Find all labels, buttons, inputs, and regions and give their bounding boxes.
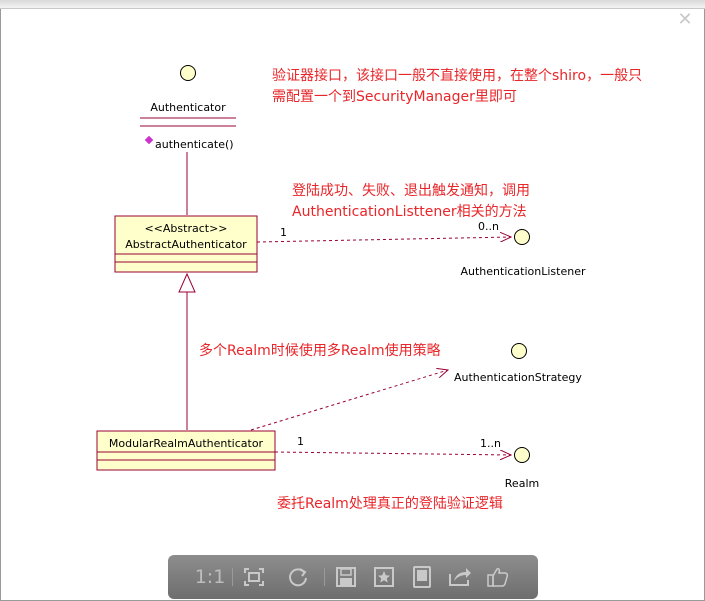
like-button[interactable] — [482, 555, 514, 599]
authenticator-interface-circle — [180, 65, 196, 81]
abstract-stereotype: <<Abstract>> — [144, 222, 227, 235]
toolbar-separator — [232, 568, 233, 586]
authentication-strategy-interface-circle — [511, 343, 527, 359]
realm-name: Realm — [505, 477, 539, 490]
authenticator-name: Authenticator — [150, 101, 226, 114]
save-button[interactable] — [330, 555, 362, 599]
rotate-icon — [289, 568, 307, 587]
modular-realm-authenticator-class: ModularRealmAuthenticator — [96, 430, 276, 471]
realm-association-line — [274, 452, 511, 455]
fit-screen-button[interactable] — [238, 555, 270, 599]
uml-class-diagram: Authenticator authenticate() <<Abstract>… — [96, 65, 642, 512]
authenticate-operation: authenticate() — [155, 138, 234, 151]
realm-note: 委托Realm处理真正的登陆验证逻辑 — [277, 496, 503, 512]
modular-realm-authenticator-name: ModularRealmAuthenticator — [109, 437, 264, 450]
public-operation-icon — [144, 135, 154, 145]
listener-note-line2: AuthenticationListtener相关的方法 — [292, 204, 527, 220]
listener-note-line1: 登陆成功、失败、退出触发通知，调用 — [292, 182, 530, 199]
authentication-listener-name: AuthenticationListener — [460, 265, 585, 278]
share-icon — [449, 568, 471, 586]
abstract-authenticator-class: <<Abstract>> AbstractAuthenticator — [114, 215, 258, 273]
toolbar-separator — [324, 568, 325, 586]
authenticator-note-line2: 需配置一个到SecurityManager里即可 — [272, 89, 517, 105]
rotate-button[interactable] — [282, 555, 314, 599]
authentication-strategy-name: AuthenticationStrategy — [454, 371, 582, 384]
generalization-arrowhead — [178, 272, 196, 293]
tablet-icon — [413, 566, 431, 588]
thumbs-up-icon — [487, 568, 509, 587]
listener-association-line — [256, 237, 511, 243]
favorite-star-icon — [374, 567, 394, 587]
listener-source-multiplicity: 1 — [280, 226, 287, 239]
realm-target-multiplicity: 1..n — [480, 437, 501, 450]
strategy-note: 多个Realm时候使用多Realm使用策略 — [199, 342, 441, 359]
authentication-listener-interface-circle — [514, 229, 530, 245]
realm-source-multiplicity: 1 — [297, 435, 304, 448]
actual-size-button[interactable]: 1:1 — [192, 555, 228, 599]
listener-target-multiplicity: 0..n — [478, 220, 499, 233]
realm-interface-circle — [514, 447, 530, 463]
fit-screen-icon — [244, 568, 264, 586]
tablet-button[interactable] — [406, 555, 438, 599]
authenticator-interface: Authenticator authenticate() — [140, 65, 236, 151]
strategy-association-line — [250, 370, 448, 431]
abstract-authenticator-name: AbstractAuthenticator — [125, 238, 247, 251]
share-button[interactable] — [444, 555, 476, 599]
authenticator-note-line1: 验证器接口，该接口一般不直接使用，在整个shiro，一般只 — [272, 67, 642, 84]
favorite-button[interactable] — [368, 555, 400, 599]
save-icon — [336, 567, 356, 587]
viewer-toolbar: 1:1 — [168, 555, 538, 599]
